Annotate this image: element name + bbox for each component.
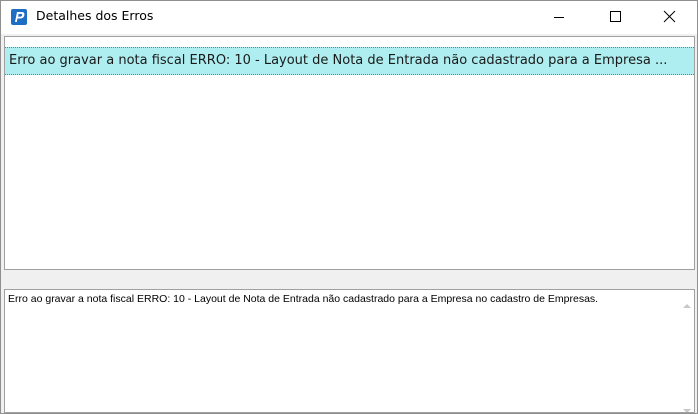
window-title: Detalhes dos Erros xyxy=(36,8,154,23)
scroll-down-arrow-icon[interactable] xyxy=(682,400,692,412)
splitter[interactable] xyxy=(1,271,697,289)
error-list[interactable]: Erro ao gravar a nota fiscal ERRO: 10 - … xyxy=(4,36,695,270)
error-details-window: Detalhes dos Erros Erro ao gravar a nota… xyxy=(0,0,698,414)
error-list-item[interactable]: Erro ao gravar a nota fiscal ERRO: 10 - … xyxy=(5,47,694,75)
title-bar[interactable]: Detalhes dos Erros xyxy=(1,1,697,34)
scroll-up-arrow-icon[interactable] xyxy=(682,295,692,308)
close-icon xyxy=(663,10,676,23)
error-detail-textarea[interactable]: Erro ao gravar a nota fiscal ERRO: 10 - … xyxy=(4,289,695,413)
error-list-item-text: Erro ao gravar a nota fiscal ERRO: 10 - … xyxy=(9,53,668,68)
maximize-icon xyxy=(610,11,621,22)
minimize-button[interactable] xyxy=(536,1,582,33)
maximize-button[interactable] xyxy=(592,1,638,33)
close-button[interactable] xyxy=(646,1,692,33)
minimize-icon xyxy=(554,17,564,18)
app-logo-icon xyxy=(11,9,27,25)
error-detail-text: Erro ao gravar a nota fiscal ERRO: 10 - … xyxy=(8,293,599,305)
